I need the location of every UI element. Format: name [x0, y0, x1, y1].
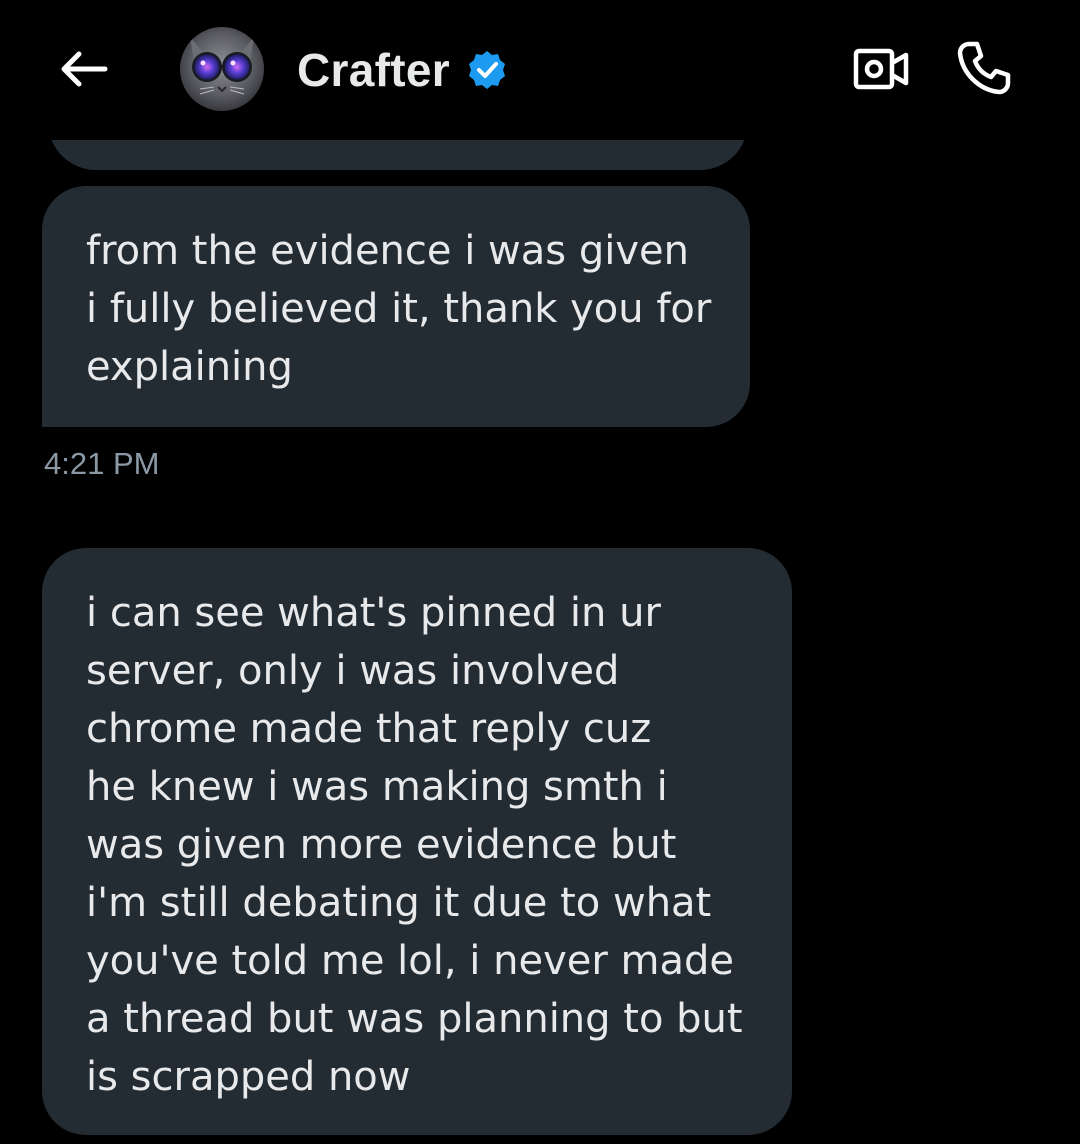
video-camera-icon — [853, 48, 909, 90]
message-text-line: a thread but was planning to but — [86, 996, 743, 1042]
message-text-line: server, only i was involved — [86, 648, 620, 694]
message-timestamp: 4:21 PM — [44, 446, 160, 481]
contact-name: Crafter — [297, 44, 450, 96]
message-text-line: he knew i was making smth i — [86, 764, 668, 810]
contact-name-row[interactable]: Crafter — [297, 38, 508, 102]
message-text-line: is scrapped now — [86, 1054, 411, 1100]
verified-badge-icon — [466, 49, 508, 91]
message-text-line: i fully believed it, thank you for — [86, 286, 712, 332]
message-text-line: from the evidence i was given — [86, 228, 689, 274]
voice-call-button[interactable] — [952, 38, 1016, 98]
phone-icon — [957, 41, 1011, 95]
avatar[interactable] — [180, 27, 264, 111]
dm-conversation-screen: Crafter from the evidence i was given i … — [0, 0, 1080, 1144]
arrow-left-icon — [61, 51, 108, 87]
cat-avatar-image — [180, 27, 264, 111]
message-bubble[interactable]: from the evidence i was given i fully be… — [42, 186, 750, 427]
message-text-line: chrome made that reply cuz — [86, 706, 652, 752]
message-text-line: was given more evidence but — [86, 822, 677, 868]
message-text-line: you've told me lol, i never made — [86, 938, 734, 984]
message-text-line: i can see what's pinned in ur — [86, 590, 661, 636]
video-call-button[interactable] — [850, 42, 912, 96]
conversation-header: Crafter — [0, 0, 1080, 140]
message-text-line: i'm still debating it due to what — [86, 880, 712, 926]
message-bubble[interactable]: i can see what's pinned in ur server, on… — [42, 548, 792, 1135]
message-text-line: explaining — [86, 344, 293, 390]
back-button[interactable] — [56, 44, 112, 94]
